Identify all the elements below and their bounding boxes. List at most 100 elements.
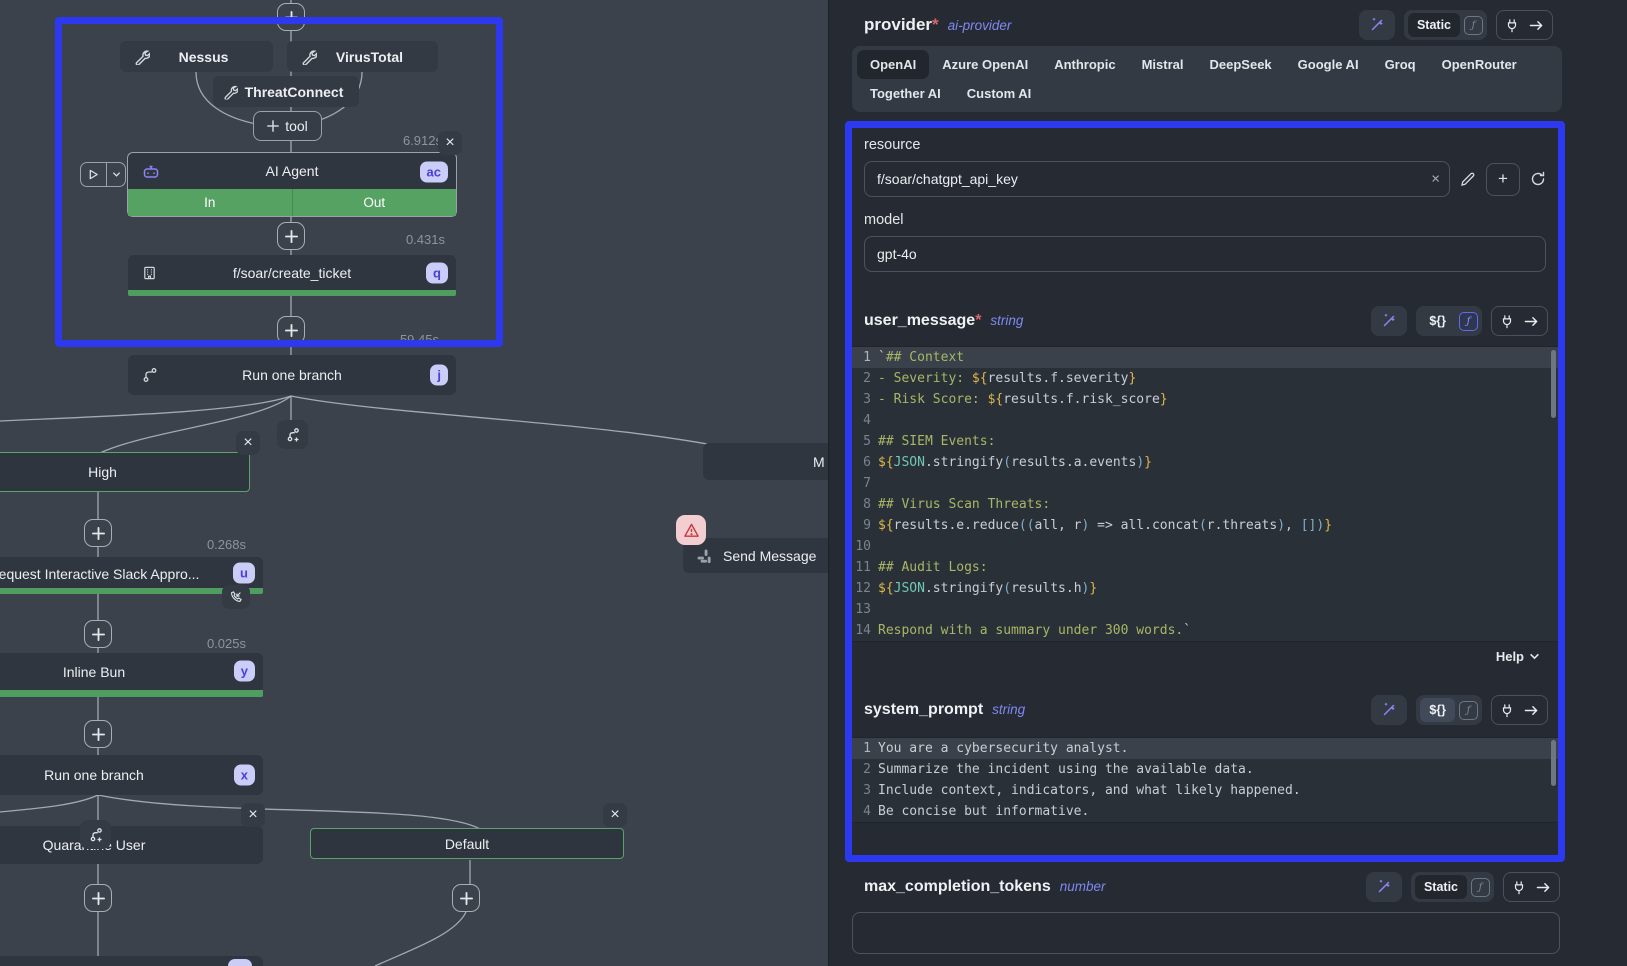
model-input[interactable] <box>864 236 1546 272</box>
connect-input-button[interactable] <box>1496 10 1553 40</box>
help-dropdown[interactable]: Help <box>852 642 1558 666</box>
insert-step-button[interactable] <box>452 884 480 912</box>
connect-input-button[interactable] <box>1491 306 1548 336</box>
code-line[interactable]: 2Summarize the incident using the availa… <box>852 759 1558 780</box>
provider-tab-azure-openai[interactable]: Azure OpenAI <box>929 50 1041 79</box>
code-line[interactable]: 6${JSON.stringify(results.a.events)} <box>852 452 1558 473</box>
add-resource-button[interactable]: + <box>1486 163 1520 196</box>
agent-out-label[interactable]: Out <box>293 189 457 216</box>
user-message-code-editor[interactable]: 1`## Context2- Severity: ${results.f.sev… <box>852 346 1558 642</box>
refresh-icon[interactable] <box>1530 171 1546 187</box>
code-line[interactable]: 7 <box>852 473 1558 494</box>
add-tool-button[interactable]: tool <box>253 111 322 141</box>
phone-incoming-icon[interactable] <box>222 585 250 609</box>
node-threatconnect[interactable]: ThreatConnect <box>213 76 359 107</box>
provider-tab-custom-ai[interactable]: Custom AI <box>954 79 1045 108</box>
ai-fill-button[interactable] <box>1359 10 1395 40</box>
node-create-ticket[interactable]: f/soar/create_ticket q <box>128 255 456 296</box>
provider-tab-openrouter[interactable]: OpenRouter <box>1429 50 1530 79</box>
code-line[interactable]: 14Respond with a summary under 300 words… <box>852 620 1558 641</box>
code-line[interactable]: 5## SIEM Events: <box>852 431 1558 452</box>
provider-tab-together-ai[interactable]: Together AI <box>857 79 954 108</box>
function-mode-icon[interactable]: ƒ <box>1459 701 1478 720</box>
node-send-message[interactable]: Send Message <box>683 538 829 573</box>
function-mode-icon[interactable]: ƒ <box>1471 878 1490 897</box>
clear-icon[interactable]: × <box>1431 171 1440 188</box>
node-nessus[interactable]: Nessus <box>120 41 273 72</box>
branch-medium-partial[interactable]: M <box>703 443 829 480</box>
provider-tab-groq[interactable]: Groq <box>1372 50 1429 79</box>
code-line[interactable]: 12${JSON.stringify(results.h)} <box>852 578 1558 599</box>
node-partial-bottom[interactable] <box>0 956 263 966</box>
code-line[interactable]: 10 <box>852 536 1558 557</box>
provider-tab-mistral[interactable]: Mistral <box>1129 50 1197 79</box>
node-inline-bun[interactable]: Inline Bun y <box>0 653 263 697</box>
insert-step-button[interactable] <box>84 884 112 912</box>
function-mode-icon[interactable]: ƒ <box>1464 16 1483 35</box>
ai-fill-button[interactable] <box>1371 306 1407 336</box>
arrow-right-icon <box>1524 315 1539 328</box>
connect-input-button[interactable] <box>1503 872 1560 902</box>
code-line[interactable]: 8## Virus Scan Threats: <box>852 494 1558 515</box>
add-branch-button[interactable] <box>277 420 308 449</box>
ai-fill-button[interactable] <box>1371 695 1407 725</box>
close-icon[interactable]: × <box>241 803 265 827</box>
provider-tab-google-ai[interactable]: Google AI <box>1285 50 1372 79</box>
chevron-down-icon[interactable] <box>106 163 125 186</box>
system-prompt-code-editor[interactable]: 1You are a cybersecurity analyst.2Summar… <box>852 737 1558 823</box>
system-prompt-header: system_prompt string ${} ƒ <box>864 694 1548 726</box>
branch-quarantine-user[interactable]: Quarantine User <box>0 826 263 864</box>
node-ai-agent[interactable]: AI Agent ac In Out <box>127 152 457 217</box>
code-line[interactable]: 3Include context, indicators, and what l… <box>852 780 1558 801</box>
code-line[interactable]: 3- Risk Score: ${results.f.risk_score} <box>852 389 1558 410</box>
node-run-one-branch-2[interactable]: Run one branch x <box>0 755 263 795</box>
insert-step-button[interactable] <box>84 620 112 648</box>
template-mode-button[interactable]: ${} <box>1420 698 1455 722</box>
static-mode-button[interactable]: Static <box>1408 13 1460 37</box>
insert-step-button[interactable] <box>277 222 305 250</box>
code-line[interactable]: 11## Audit Logs: <box>852 557 1558 578</box>
scrollbar-thumb[interactable] <box>1551 740 1556 786</box>
max-completion-tokens-input[interactable] <box>852 912 1560 954</box>
add-branch-button[interactable] <box>80 820 111 849</box>
arrow-right-icon <box>1524 704 1539 717</box>
scrollbar-thumb[interactable] <box>1551 350 1556 418</box>
static-mode-button[interactable]: Static <box>1415 875 1467 899</box>
template-mode-button[interactable]: ${} <box>1420 309 1455 333</box>
branch-high[interactable]: High <box>0 452 250 492</box>
provider-tab-anthropic[interactable]: Anthropic <box>1041 50 1128 79</box>
edit-pencil-icon[interactable] <box>1460 171 1476 187</box>
node-label: AI Agent <box>266 163 319 179</box>
play-icon[interactable] <box>81 163 106 186</box>
close-icon[interactable]: × <box>438 131 462 155</box>
close-icon[interactable]: × <box>603 803 627 827</box>
connect-input-button[interactable] <box>1491 695 1548 725</box>
insert-step-button[interactable] <box>277 316 305 344</box>
close-icon[interactable]: × <box>236 431 260 455</box>
flow-canvas[interactable]: Nessus VirusTotal ThreatConnect tool 6.9… <box>0 0 829 966</box>
provider-tab-openai[interactable]: OpenAI <box>857 50 929 79</box>
node-virustotal[interactable]: VirusTotal <box>287 41 438 72</box>
code-line[interactable]: 2- Severity: ${results.f.severity} <box>852 368 1558 389</box>
insert-step-button[interactable] <box>84 519 112 547</box>
code-line[interactable]: 4Be concise but informative. <box>852 801 1558 822</box>
branch-default[interactable]: Default <box>310 828 624 859</box>
provider-tab-deepseek[interactable]: DeepSeek <box>1197 50 1285 79</box>
insert-step-button[interactable] <box>84 720 112 748</box>
code-line[interactable]: 13 <box>852 599 1558 620</box>
code-line[interactable]: 1`## Context <box>852 347 1558 368</box>
run-step-button[interactable] <box>80 162 126 187</box>
resource-input[interactable] <box>864 161 1450 197</box>
code-line[interactable]: 9${results.e.reduce((all, r) => all.conc… <box>852 515 1558 536</box>
code-line[interactable]: 4 <box>852 410 1558 431</box>
input-mode-toggle: Static ƒ <box>1404 10 1487 40</box>
ai-fill-button[interactable] <box>1366 872 1402 902</box>
field-type: ai-provider <box>948 18 1012 33</box>
insert-step-button[interactable] <box>277 3 305 31</box>
node-label: ThreatConnect <box>245 84 344 100</box>
node-run-one-branch-1[interactable]: Run one branch j <box>128 355 456 395</box>
code-line[interactable]: 1You are a cybersecurity analyst. <box>852 738 1558 759</box>
plug-icon <box>1505 18 1519 33</box>
function-mode-icon[interactable]: ƒ <box>1459 312 1478 331</box>
agent-in-label[interactable]: In <box>128 189 292 216</box>
